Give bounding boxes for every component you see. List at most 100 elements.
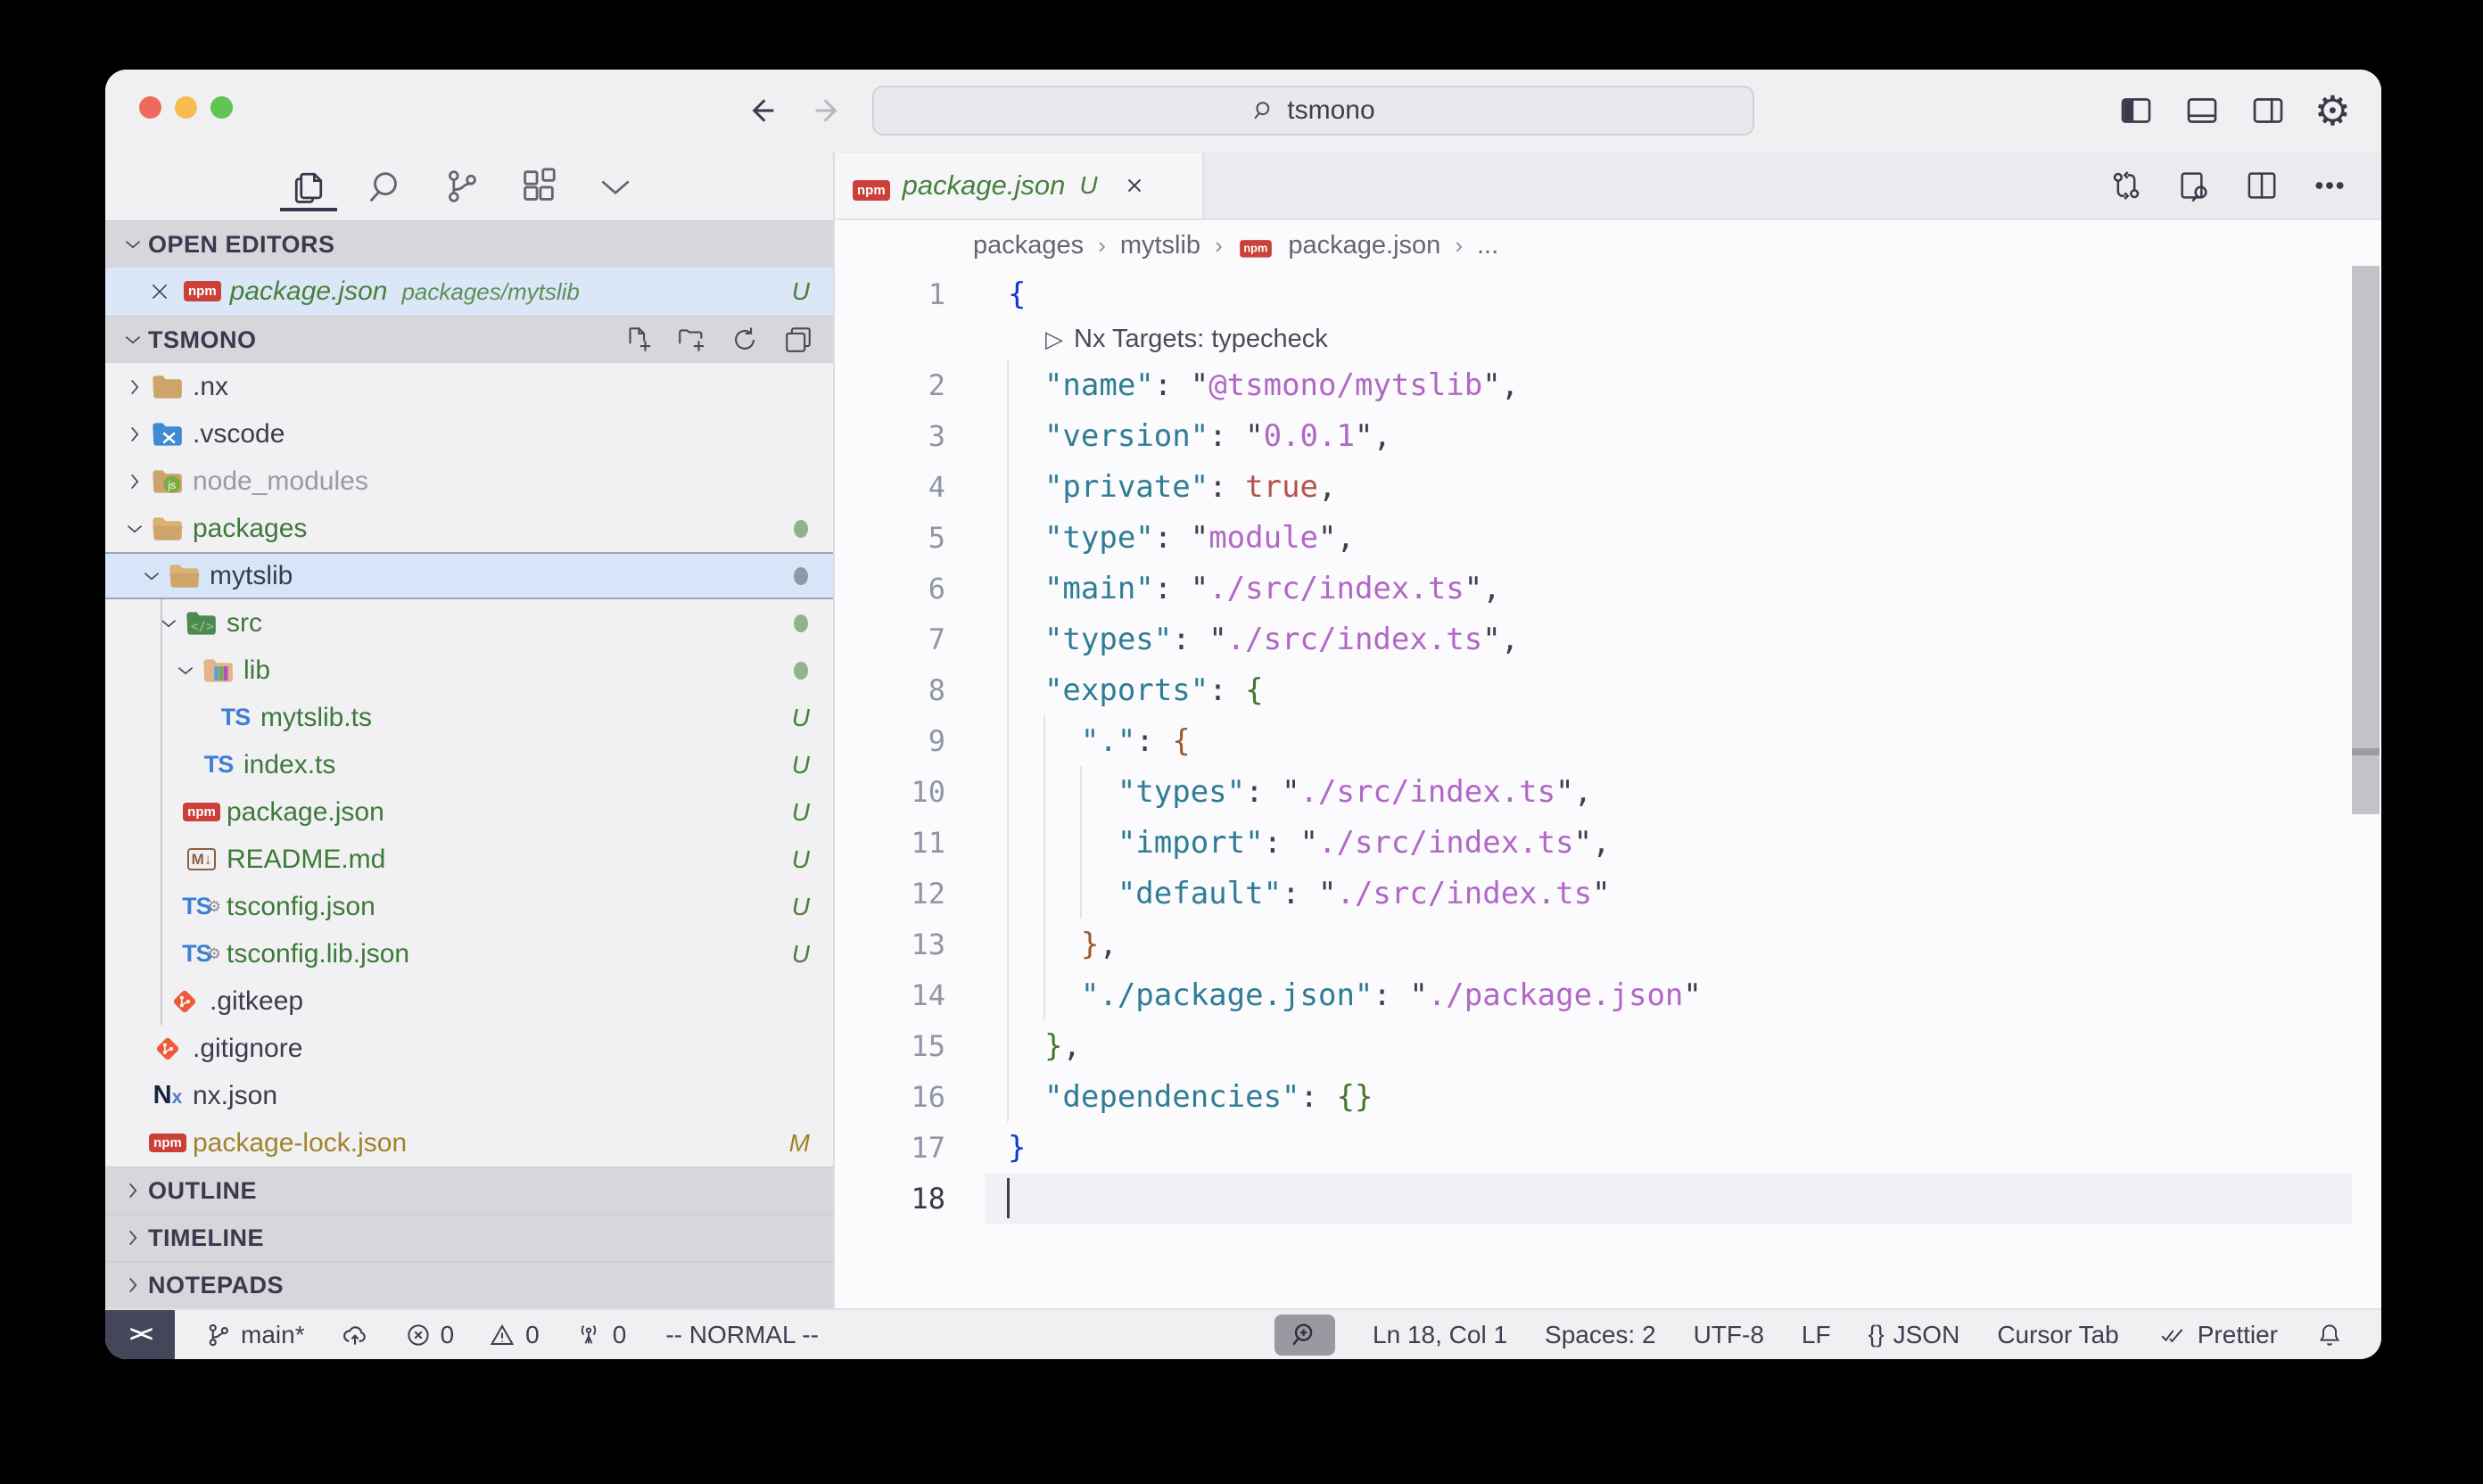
code-line-13[interactable]: 13 }, (835, 919, 2381, 969)
code-line-7[interactable]: 7 "types": "./src/index.ts", (835, 614, 2381, 664)
split-editor-icon[interactable] (2244, 168, 2280, 203)
activity-search[interactable] (364, 160, 407, 213)
title-bar[interactable]: tsmono ⚙ (105, 70, 2381, 153)
codelens[interactable]: ▷Nx Targets: typecheck (835, 319, 2381, 359)
tree-item-src[interactable]: </> src (105, 599, 833, 647)
close-icon[interactable] (148, 280, 171, 303)
status-cursor-position[interactable]: Ln 18, Col 1 (1373, 1321, 1507, 1349)
status-indentation[interactable]: Spaces: 2 (1545, 1321, 1656, 1349)
toggle-panel-icon[interactable] (2182, 93, 2222, 128)
code-line-10[interactable]: 10 "types": "./src/index.ts", (835, 766, 2381, 817)
close-window-button[interactable] (139, 96, 161, 119)
code-editor[interactable]: 1{▷Nx Targets: typecheck 2 "name": "@tsm… (835, 268, 2381, 1310)
tree-item-tsconfig.lib.json[interactable]: TS⚙ tsconfig.lib.jsonU (105, 930, 833, 977)
forward-arrow-icon[interactable] (810, 93, 846, 128)
status-cursor-tab[interactable]: Cursor Tab (1997, 1321, 2118, 1349)
code-line-3[interactable]: 3 "version": "0.0.1", (835, 410, 2381, 461)
status-zoom-indicator[interactable] (1274, 1315, 1335, 1356)
tree-item-.vscode[interactable]: .vscode (105, 410, 833, 458)
activity-source-control[interactable] (441, 160, 483, 213)
toggle-primary-sidebar-icon[interactable] (2116, 93, 2156, 128)
explorer-root-header[interactable]: TSMONO (105, 316, 833, 363)
status-git-branch[interactable]: main* (205, 1321, 305, 1349)
status-publish[interactable] (339, 1321, 371, 1349)
tree-item-mytslib[interactable]: mytslib (105, 552, 833, 599)
tree-item-mytslib.ts[interactable]: TS mytslib.tsU (105, 694, 833, 741)
tree-item-.nx[interactable]: .nx (105, 363, 833, 410)
command-center-search[interactable]: tsmono (872, 86, 1754, 136)
section-timeline[interactable]: TIMELINE (105, 1214, 833, 1261)
status-formatter[interactable]: Prettier (2157, 1321, 2278, 1349)
code-line-17[interactable]: 17} (835, 1122, 2381, 1173)
code-line-2[interactable]: 2 "name": "@tsmono/mytslib", (835, 359, 2381, 410)
vscode-icon (148, 416, 187, 452)
editor-scrollbar[interactable] (2352, 266, 2380, 814)
code-line-18[interactable]: 18 (835, 1173, 2381, 1224)
tree-item-.gitignore[interactable]: .gitignore (105, 1025, 833, 1072)
tree-item-nx.json[interactable]: Nx nx.json (105, 1072, 833, 1119)
tree-item-tsconfig.json[interactable]: TS⚙ tsconfig.jsonU (105, 883, 833, 930)
line-number: 8 (835, 673, 945, 707)
close-tab-icon[interactable] (1123, 174, 1146, 197)
status-notifications[interactable] (2315, 1321, 2344, 1349)
code-line-11[interactable]: 11 "import": "./src/index.ts", (835, 817, 2381, 868)
activity-more[interactable] (594, 160, 637, 213)
line-number: 3 (835, 419, 945, 453)
tree-item-packages[interactable]: packages (105, 505, 833, 552)
code-line-9[interactable]: 9 ".": { (835, 715, 2381, 766)
tree-item-node_modules[interactable]: js node_modules (105, 458, 833, 505)
tab-package-json[interactable]: npm package.json U (835, 153, 1204, 218)
status-errors[interactable]: 0 (405, 1321, 455, 1349)
tree-item-.gitkeep[interactable]: .gitkeep (105, 977, 833, 1025)
breadcrumb-item[interactable]: packages (973, 231, 1084, 260)
tree-item-index.ts[interactable]: TS index.tsU (105, 741, 833, 788)
activity-extensions[interactable] (517, 160, 560, 213)
branch-icon (205, 1321, 232, 1349)
new-file-icon[interactable] (623, 325, 653, 355)
src-icon: </> (182, 606, 221, 641)
back-arrow-icon[interactable] (744, 93, 780, 128)
status-encoding[interactable]: UTF-8 (1694, 1321, 1764, 1349)
remote-indicator[interactable]: >< (105, 1310, 175, 1359)
code-line-1[interactable]: 1{ (835, 268, 2381, 319)
tree-item-lib[interactable]: lib (105, 647, 833, 694)
code-line-12[interactable]: 12 "default": "./src/index.ts" (835, 868, 2381, 919)
code-line-15[interactable]: 15 }, (835, 1020, 2381, 1071)
status-vim-mode[interactable]: -- NORMAL -- (660, 1321, 819, 1349)
open-editor-item[interactable]: npm package.json packages/mytslib U (105, 268, 833, 316)
chevron-right-icon (118, 1270, 148, 1300)
breadcrumb-item[interactable]: ... (1477, 231, 1498, 260)
open-editors-header[interactable]: OPEN EDITORS (105, 220, 833, 268)
activity-explorer[interactable] (287, 160, 330, 213)
breadcrumb-item[interactable]: package.json (1288, 231, 1440, 260)
status-warnings[interactable]: 0 (488, 1321, 540, 1349)
new-folder-icon[interactable] (676, 325, 706, 355)
toggle-secondary-sidebar-icon[interactable] (2248, 93, 2288, 128)
code-line-14[interactable]: 14 "./package.json": "./package.json" (835, 969, 2381, 1020)
code-line-8[interactable]: 8 "exports": { (835, 664, 2381, 715)
collapse-all-icon[interactable] (783, 325, 813, 355)
section-notepads[interactable]: NOTEPADS (105, 1261, 833, 1308)
minimize-window-button[interactable] (175, 96, 197, 119)
tsconfig-icon: TS⚙ (182, 936, 221, 972)
open-preview-icon[interactable] (2176, 168, 2212, 203)
tree-item-package-lock.json[interactable]: npm package-lock.jsonM (105, 1119, 833, 1167)
more-actions-icon[interactable] (2312, 168, 2347, 203)
status-eol[interactable]: LF (1802, 1321, 1831, 1349)
code-line-5[interactable]: 5 "type": "module", (835, 512, 2381, 563)
status-language-mode[interactable]: {}JSON (1868, 1321, 1960, 1349)
refresh-icon[interactable] (730, 325, 760, 355)
open-changes-icon[interactable] (2108, 168, 2144, 203)
breadcrumb-item[interactable]: mytslib (1120, 231, 1200, 260)
status-ports[interactable]: 0 (573, 1321, 627, 1349)
zoom-window-button[interactable] (210, 96, 233, 119)
settings-gear-icon[interactable]: ⚙ (2314, 90, 2351, 131)
svg-text:</>: </> (191, 619, 214, 633)
tree-item-package.json[interactable]: npm package.jsonU (105, 788, 833, 836)
code-line-6[interactable]: 6 "main": "./src/index.ts", (835, 563, 2381, 614)
code-line-16[interactable]: 16 "dependencies": {} (835, 1071, 2381, 1122)
section-outline[interactable]: OUTLINE (105, 1167, 833, 1214)
tree-item-README.md[interactable]: M↓ README.mdU (105, 836, 833, 883)
tab-bar: npm package.json U (835, 153, 2381, 220)
code-line-4[interactable]: 4 "private": true, (835, 461, 2381, 512)
